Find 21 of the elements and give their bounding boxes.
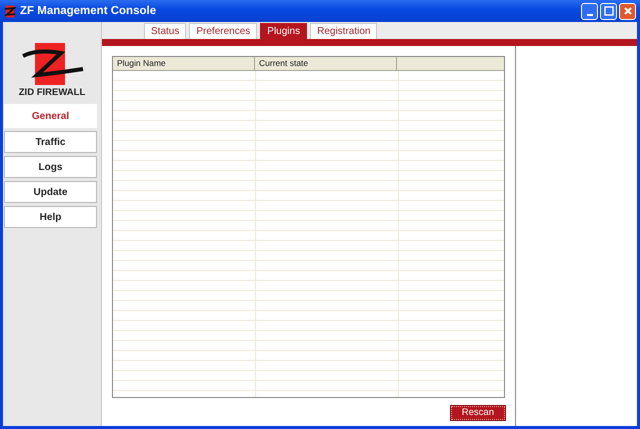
logo-text: ZID FIREWALL [18,87,86,98]
nav-button[interactable]: Logs [4,156,97,178]
tab[interactable]: Plugins [260,23,308,39]
close-button[interactable] [619,2,636,20]
maximize-button[interactable] [600,2,617,20]
tab[interactable]: Registration [310,23,378,39]
nav-button[interactable]: Update [4,181,97,203]
rescan-button[interactable]: Rescan [450,406,505,420]
app-icon [4,4,16,18]
minimize-button[interactable] [581,2,598,20]
nav-button[interactable]: Help [4,206,97,228]
tab[interactable]: Status [144,23,186,39]
minimize-icon [586,14,592,16]
close-icon [622,6,632,16]
nav-button[interactable]: Traffic [4,131,97,153]
maximize-icon [604,6,614,16]
window-title: ZF Management Console [20,5,158,17]
nav-button[interactable]: General [4,104,97,128]
tab[interactable]: Preferences [189,23,258,39]
column-header[interactable]: Current state [255,57,397,70]
column-header[interactable]: Plugin Name [113,57,255,70]
